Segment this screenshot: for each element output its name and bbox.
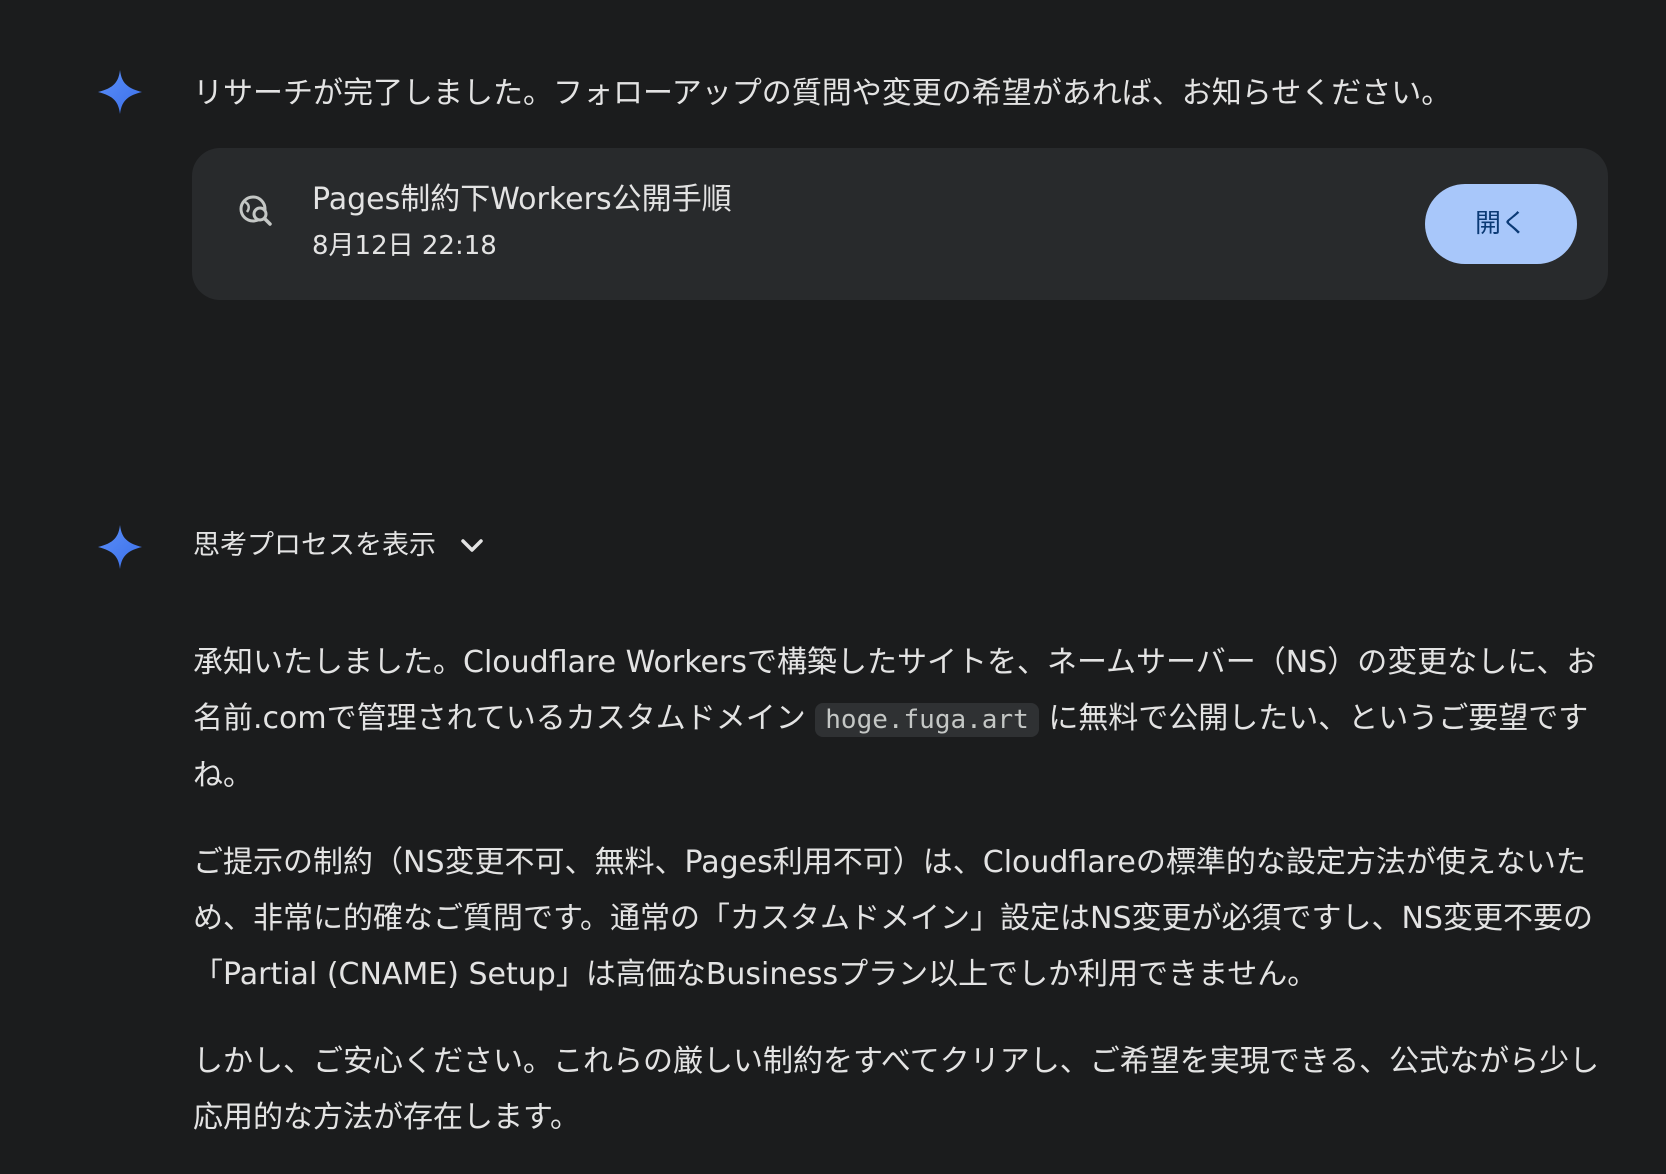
research-card-title: Pages制約下Workers公開手順 — [312, 182, 732, 217]
inline-code-domain: hoge.fuga.art — [815, 703, 1039, 737]
open-button[interactable]: 開く — [1425, 184, 1577, 264]
research-card[interactable]: Pages制約下Workers公開手順 8月12日 22:18 開く — [192, 148, 1608, 300]
response-paragraph-3: しかし、ご安心ください。これらの厳しい制約をすべてクリアし、ご希望を実現できる、… — [193, 1044, 1600, 1135]
show-thinking-label: 思考プロセスを表示 — [193, 530, 436, 561]
response-paragraph-1: 承知いたしました。Cloudflare Workersで構築したサイトを、ネーム… — [193, 635, 1623, 804]
gemini-sparkle-icon — [96, 523, 144, 571]
research-card-date: 8月12日 22:18 — [312, 231, 497, 261]
show-thinking-toggle[interactable]: 思考プロセスを表示 — [193, 526, 488, 566]
research-complete-message: リサーチが完了しました。フォローアップの質問や変更の希望があれば、お知らせくださ… — [193, 76, 1452, 111]
research-globe-search-icon — [236, 190, 276, 230]
response-paragraph-2: ご提示の制約（NS変更不可、無料、Pages利用不可）は、Cloudflareの… — [193, 845, 1593, 992]
chevron-down-icon — [461, 539, 483, 552]
gemini-sparkle-icon — [96, 68, 144, 116]
